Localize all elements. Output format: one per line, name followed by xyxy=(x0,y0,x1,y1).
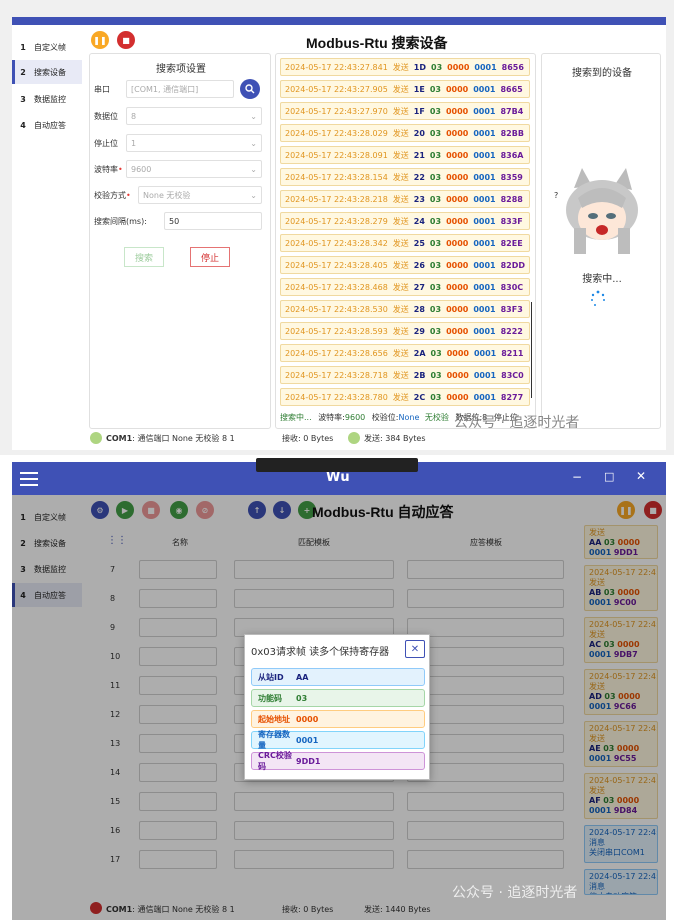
dialog-title: 0x03请求帧 读多个保持寄存器 xyxy=(251,647,390,658)
required-dot: • xyxy=(118,164,123,174)
pause-button[interactable]: ❚❚ xyxy=(91,31,109,49)
send-led xyxy=(348,432,360,444)
log-row: 2024-05-17 22:43:28.091 发送 21 03 0000 0001 836… xyxy=(280,146,530,164)
log-row: 2024-05-17 22:43:28.530 发送 28 03 0000 0001 83F… xyxy=(280,300,530,318)
send-log-panel: 2024-05-17 22:43:27.841 发送 1D 03 0000 0001 865… xyxy=(275,53,536,429)
watermark-bottom: 公众号 · 追逐时光者 xyxy=(452,885,578,901)
sidebar-item-auto-reply[interactable]: 4 自动应答 xyxy=(12,113,82,137)
frame-detail-dialog: 0x03请求帧 读多个保持寄存器 ✕ 从站ID AA 功能码 03 起始地址 0000 寄存… xyxy=(244,634,430,780)
dialog-field: 寄存器数量 0001 xyxy=(251,730,425,750)
parity-select[interactable]: None 无校验 ⌄ xyxy=(138,186,262,204)
recv-bytes: 接收: 0 Bytes xyxy=(282,434,334,443)
svg-text:?: ? xyxy=(554,191,558,200)
port-select[interactable]: [COM1, 通信端口] xyxy=(126,80,234,98)
chevron-down-icon: ⌄ xyxy=(250,138,257,148)
databits-select[interactable]: 8 ⌄ xyxy=(126,107,262,125)
connection-led xyxy=(90,432,102,444)
settings-heading: 搜索项设置 xyxy=(156,64,206,75)
log-row: 2024-05-17 22:43:28.279 发送 24 03 0000 0001 833… xyxy=(280,212,530,230)
menu-icon[interactable] xyxy=(20,470,38,486)
pause-icon: ❚❚ xyxy=(93,35,107,45)
minimize-button[interactable]: − xyxy=(572,470,582,484)
sidebar-item-custom-frame[interactable]: 1 自定义帧 xyxy=(12,35,82,59)
databits-row: 数据位 8 ⌄ xyxy=(94,106,262,126)
parity-row: 校验方式• None 无校验 ⌄ xyxy=(94,185,262,205)
log-row: 2024-05-17 22:43:28.342 发送 25 03 0000 0001 82E… xyxy=(280,234,530,252)
log-row: 2024-05-17 22:43:28.468 发送 27 03 0000 0001 830… xyxy=(280,278,530,296)
floating-toolbar[interactable] xyxy=(256,458,418,472)
log-row: 2024-05-17 22:43:28.218 发送 23 03 0000 0001 828… xyxy=(280,190,530,208)
search-port-button[interactable] xyxy=(240,79,260,99)
title-strip xyxy=(12,17,666,25)
required-dot: • xyxy=(126,190,131,200)
watermark-top: 公众号 · 追逐时光者 xyxy=(454,415,580,431)
search-icon xyxy=(245,84,255,94)
search-settings-panel: 搜索项设置 串口 [COM1, 通信端口] 数据位 8 ⌄ 停止位 1 ⌄ 波特率• 96… xyxy=(89,53,271,429)
sidebar-item-search-device[interactable]: 2 搜索设备 xyxy=(12,60,82,84)
log-row: 2024-05-17 22:43:27.970 发送 1F 03 0000 0001 87B… xyxy=(280,102,530,120)
chevron-down-icon: ⌄ xyxy=(250,190,257,200)
send-bytes: 发送: 384 Bytes xyxy=(364,434,426,443)
dialog-field: 起始地址 0000 xyxy=(251,710,425,728)
found-devices-panel: 搜索到的设备 ? 搜索中... xyxy=(541,53,661,429)
log-row: 2024-05-17 22:43:28.780 发送 2C 03 0000 0001 827… xyxy=(280,388,530,406)
maximize-button[interactable]: □ xyxy=(604,470,614,483)
log-row: 2024-05-17 22:43:28.029 发送 20 03 0000 0001 82B… xyxy=(280,124,530,142)
log-row: 2024-05-17 22:43:28.593 发送 29 03 0000 0001 822… xyxy=(280,322,530,340)
interval-input[interactable]: 50 xyxy=(164,212,262,230)
app-title: Wu xyxy=(326,470,350,485)
close-button[interactable]: ✕ xyxy=(636,469,646,483)
anime-cat-girl-image: ? xyxy=(554,168,638,254)
baud-select[interactable]: 9600 ⌄ xyxy=(126,160,262,178)
found-devices-title: 搜索到的设备 xyxy=(572,68,632,79)
searching-text: 搜索中... xyxy=(582,274,622,285)
stopbits-select[interactable]: 1 ⌄ xyxy=(126,134,262,152)
dialog-field: 从站ID AA xyxy=(251,668,425,686)
chevron-down-icon: ⌄ xyxy=(250,111,257,121)
trash-icon: ■ xyxy=(122,35,130,45)
dialog-field: CRC校验码 9DD1 xyxy=(251,751,425,771)
sidebar: 1 自定义帧 2 搜索设备 3 数据监控 4 自动应答 xyxy=(12,33,82,448)
log-row: 2024-05-17 22:43:27.905 发送 1E 03 0000 0001 866… xyxy=(280,80,530,98)
log-scrollbar[interactable] xyxy=(531,302,532,398)
interval-row: 搜索间隔(ms): 50 xyxy=(94,211,262,231)
dialog-field: 功能码 03 xyxy=(251,689,425,707)
stopbits-row: 停止位 1 ⌄ xyxy=(94,133,262,153)
dialog-close-button[interactable]: ✕ xyxy=(405,640,425,658)
port-status: COM1: 通信端口 None 无校验 8 1 xyxy=(106,434,235,443)
delete-button[interactable]: ■ xyxy=(117,31,135,49)
log-row: 2024-05-17 22:43:28.718 发送 2B 03 0000 0001 83C… xyxy=(280,366,530,384)
log-row: 2024-05-17 22:43:28.154 发送 22 03 0000 0001 835… xyxy=(280,168,530,186)
baud-row: 波特率• 9600 ⌄ xyxy=(94,159,262,179)
search-button[interactable]: 搜索 xyxy=(124,247,164,267)
log-row: 2024-05-17 22:43:27.841 发送 1D 03 0000 0001 865… xyxy=(280,58,530,76)
log-row: 2024-05-17 22:43:28.405 发送 26 03 0000 0001 82D… xyxy=(280,256,530,274)
close-icon: ✕ xyxy=(410,643,420,655)
chevron-down-icon: ⌄ xyxy=(250,164,257,174)
stop-button[interactable]: 停止 xyxy=(190,247,230,267)
port-row: 串口 [COM1, 通信端口] xyxy=(94,79,262,99)
log-row: 2024-05-17 22:43:28.656 发送 2A 03 0000 0001 821… xyxy=(280,344,530,362)
spinner-icon xyxy=(591,290,605,306)
page-title: Modbus-Rtu 搜索设备 xyxy=(306,35,448,51)
sidebar-item-data-monitor[interactable]: 3 数据监控 xyxy=(12,87,82,111)
